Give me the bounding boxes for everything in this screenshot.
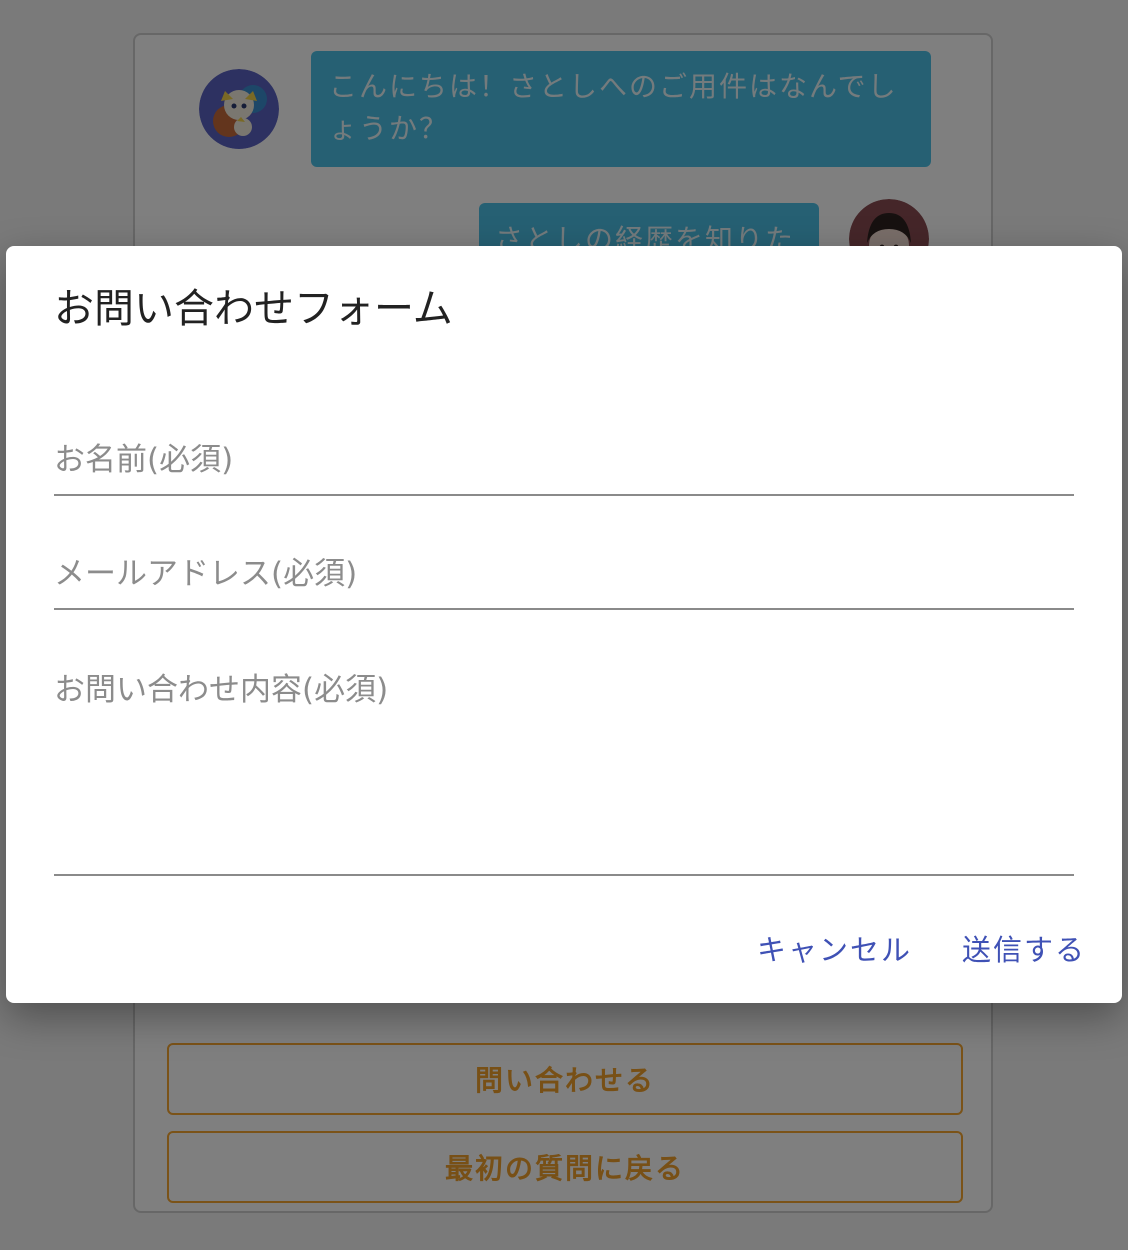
message-field-label: お問い合わせ内容(必須) [54,672,389,708]
dialog-actions: キャンセル 送信する [757,928,1086,972]
contact-form-dialog: お問い合わせフォーム お名前(必須) メールアドレス(必須) お問い合わせ内容(… [6,246,1122,1003]
email-field-label: メールアドレス(必須) [54,556,358,592]
dialog-title: お問い合わせフォーム [54,286,453,332]
name-field[interactable]: お名前(必須) [54,436,1074,496]
email-field[interactable]: メールアドレス(必須) [54,550,1074,610]
message-field[interactable]: お問い合わせ内容(必須) [54,666,1074,876]
cancel-button[interactable]: キャンセル [757,928,912,972]
submit-button[interactable]: 送信する [962,928,1086,972]
name-field-label: お名前(必須) [54,442,234,478]
